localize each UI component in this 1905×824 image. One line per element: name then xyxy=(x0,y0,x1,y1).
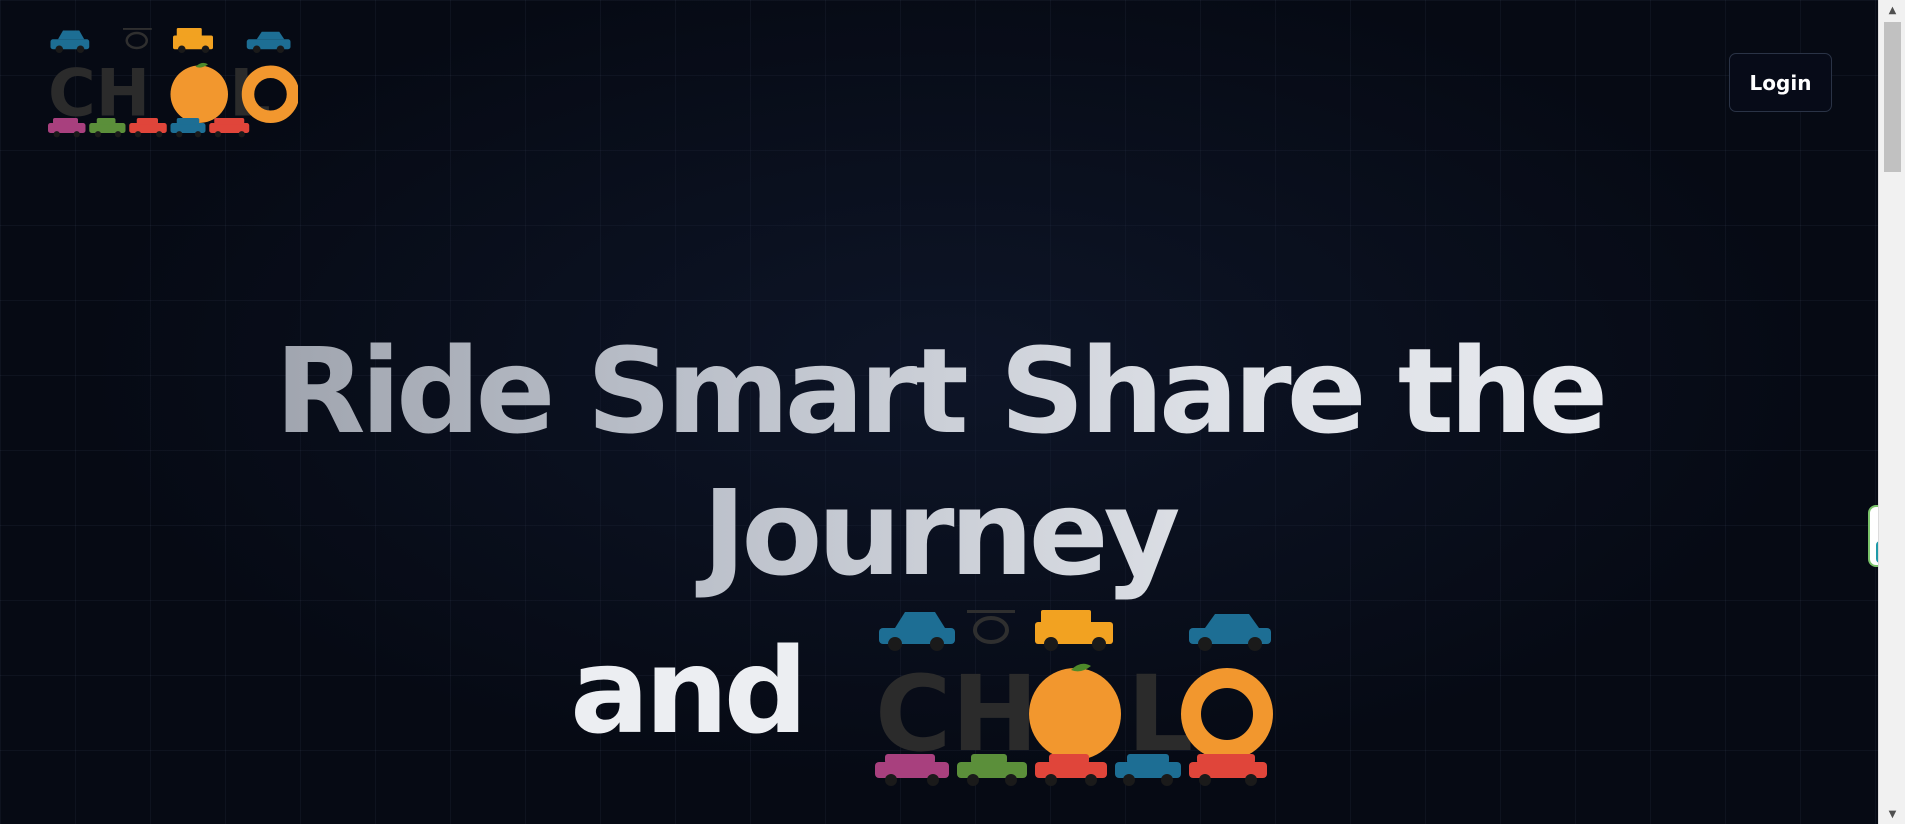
page-scrollbar[interactable]: ▲ ▼ xyxy=(1878,0,1905,824)
scroll-down-arrow-icon[interactable]: ▼ xyxy=(1879,804,1905,824)
scroll-up-arrow-icon[interactable]: ▲ xyxy=(1879,0,1905,20)
hero-and-text: and xyxy=(570,622,808,760)
hero-cholo-logo: CH L xyxy=(875,610,1273,786)
landing-page: CH L Login Ride Smart Share the Journey … xyxy=(0,0,1905,824)
hero-heading: Ride Smart Share the Journey xyxy=(0,320,1878,604)
scroll-thumb[interactable] xyxy=(1884,22,1901,172)
top-cars xyxy=(50,28,291,53)
login-button[interactable]: Login xyxy=(1729,53,1832,112)
cholo-logo[interactable]: CH L xyxy=(48,28,298,138)
bottom-cars xyxy=(875,754,1267,786)
hero-line-1: Ride Smart Share the xyxy=(274,322,1604,460)
logo-letters: CH L xyxy=(48,57,298,132)
hero-line-2: Journey xyxy=(702,464,1176,602)
top-cars xyxy=(879,610,1271,651)
